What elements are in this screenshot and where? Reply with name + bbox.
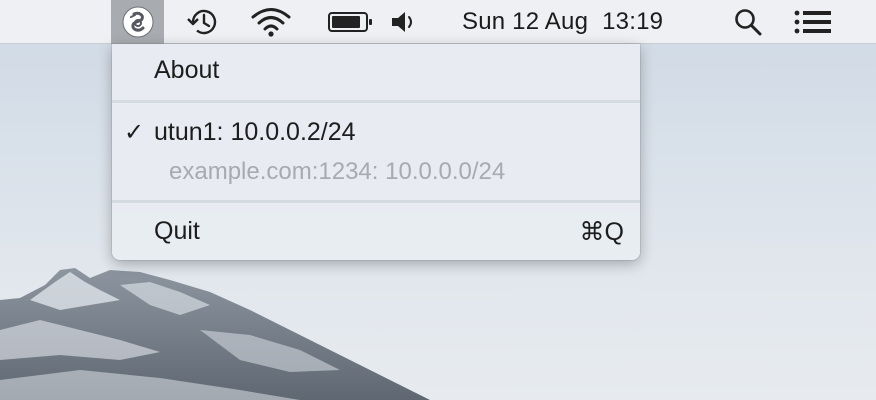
- checkmark-icon: ✓: [124, 119, 145, 146]
- interface-label: utun1: 10.0.0.2/24: [154, 118, 356, 146]
- notification-center-icon: [794, 10, 831, 34]
- time-machine-menu-extra[interactable]: [180, 0, 226, 44]
- menu-separator: [112, 100, 640, 103]
- wireguard-menu-extra[interactable]: [111, 0, 164, 44]
- menu-separator: [112, 200, 640, 203]
- battery-menu-extra[interactable]: [326, 0, 376, 44]
- volume-icon: [392, 12, 412, 32]
- wireguard-icon: [122, 6, 153, 38]
- wifi-menu-extra[interactable]: [246, 0, 296, 44]
- wireguard-dropdown-menu: About ✓ utun1: 10.0.0.2/24 example.com:12…: [112, 44, 640, 260]
- menu-item-peer: example.com:1234: 10.0.0.0/24: [169, 158, 506, 185]
- menu-item-about[interactable]: About: [154, 56, 682, 85]
- clock-time: 13:19: [602, 8, 664, 35]
- menu-bar-clock[interactable]: Sun 12 Aug 13:19: [462, 0, 692, 44]
- menu-item-interface-utun1[interactable]: ✓ utun1: 10.0.0.2/24: [124, 118, 652, 147]
- time-machine-icon: [187, 9, 217, 35]
- wifi-icon: [251, 8, 291, 37]
- menu-bar: Sun 12 Aug 13:19: [0, 0, 876, 44]
- clock-date: Sun 12 Aug: [462, 8, 589, 35]
- notification-center-menu-extra[interactable]: [788, 0, 838, 44]
- menu-item-quit[interactable]: Quit ⌘Q: [154, 217, 624, 246]
- quit-shortcut: ⌘Q: [579, 218, 624, 246]
- battery-icon: [328, 12, 372, 32]
- quit-label: Quit: [154, 217, 200, 245]
- spotlight-search-icon: [735, 9, 762, 36]
- volume-menu-extra[interactable]: [386, 0, 422, 44]
- spotlight-menu-extra[interactable]: [728, 0, 768, 44]
